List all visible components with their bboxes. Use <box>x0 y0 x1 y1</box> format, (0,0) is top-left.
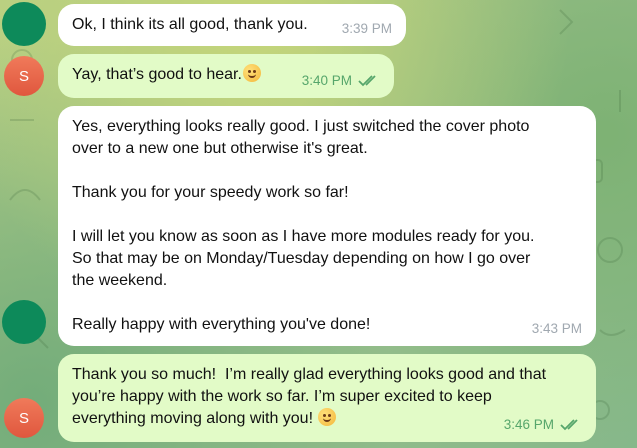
contact-avatar[interactable] <box>2 2 46 46</box>
message-time: 3:40 PM <box>302 70 380 92</box>
message-bubble-outgoing[interactable]: Thank you so much! I’m really glad every… <box>58 354 596 442</box>
self-avatar[interactable]: S <box>4 398 44 438</box>
contact-avatar[interactable] <box>2 300 46 344</box>
message-time: 3:43 PM <box>531 321 582 336</box>
message-bubble-outgoing[interactable]: Yay, that’s good to hear. 3:40 PM <box>58 54 394 98</box>
read-double-check-icon <box>358 75 376 87</box>
message-bubble-incoming[interactable]: Yes, everything looks really good. I jus… <box>58 106 596 346</box>
message-time: 3:46 PM <box>504 414 582 436</box>
message-text: Thank you so much! I’m really glad every… <box>72 366 547 427</box>
message-bubble-incoming[interactable]: Ok, I think its all good, thank you. 3:3… <box>58 4 406 46</box>
grinning-face-emoji-icon <box>318 408 337 426</box>
self-avatar[interactable]: S <box>4 56 44 96</box>
message-text: Ok, I think its all good, thank you. <box>72 16 308 33</box>
read-double-check-icon <box>560 419 578 431</box>
message-text: Yes, everything looks really good. I jus… <box>72 118 535 333</box>
smiling-face-emoji-icon <box>242 64 261 82</box>
message-time: 3:39 PM <box>341 21 392 36</box>
message-text: Yay, that’s good to hear. <box>72 66 242 83</box>
